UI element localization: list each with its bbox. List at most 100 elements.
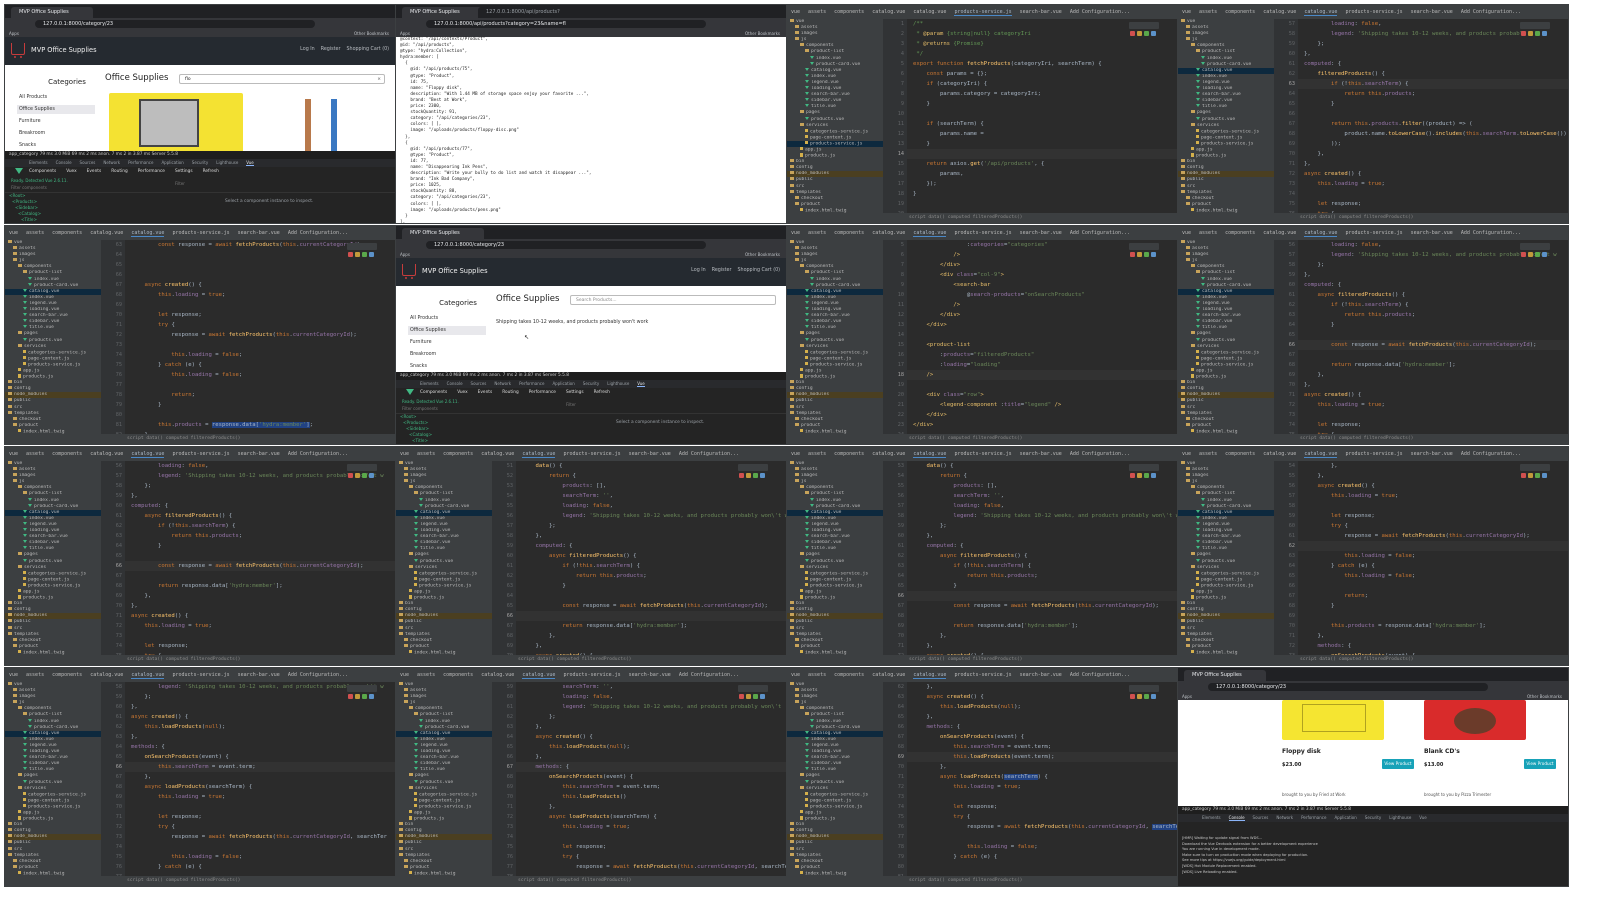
toolbar-dot-icon[interactable] — [1137, 31, 1142, 36]
run-configuration[interactable]: Add Configuration... — [1070, 230, 1130, 236]
sidebar-category[interactable]: Furniture — [17, 117, 95, 126]
toolbar-dot-icon[interactable] — [739, 694, 744, 699]
toolbar-crumb[interactable]: assets — [808, 230, 826, 236]
toolbar-dot-icon[interactable] — [1144, 31, 1149, 36]
toolbar-crumb[interactable]: components — [834, 230, 864, 236]
editor-tab[interactable]: catalog.vue — [1304, 9, 1338, 16]
vue-devtools-tab[interactable]: Events — [478, 390, 493, 395]
toolbar-dot-icon[interactable] — [348, 252, 353, 257]
product-name[interactable]: Blank CD's — [1424, 748, 1460, 755]
toolbar-dot-icon[interactable] — [1144, 473, 1149, 478]
url-input[interactable]: 127.0.0.1:8000/category/23 — [1208, 683, 1488, 691]
devtools-tab[interactable]: Application — [552, 381, 574, 386]
devtools-tab[interactable]: Lighthouse — [1389, 815, 1411, 820]
toolbar-crumb[interactable]: catalog.vue — [872, 672, 905, 678]
vue-devtools-tab[interactable]: Settings — [566, 390, 584, 395]
search-input[interactable]: Search Products... — [570, 295, 776, 305]
toolbar-dot-icon[interactable] — [1528, 473, 1533, 478]
toolbar-dot-icon[interactable] — [355, 473, 360, 478]
toolbar-dot-icon[interactable] — [1521, 31, 1526, 36]
vue-devtools-tab[interactable]: Performance — [529, 390, 556, 395]
cart-logo-icon[interactable] — [402, 264, 416, 279]
search-input[interactable]: flo × — [179, 74, 385, 84]
toolbar-crumb[interactable]: components — [1225, 230, 1255, 236]
vue-devtools-tab[interactable]: Routing — [502, 390, 518, 395]
clear-search-icon[interactable]: × — [377, 75, 381, 85]
toolbar-crumb[interactable]: catalog.vue — [872, 451, 905, 457]
toolbar-dot-icon[interactable] — [1130, 252, 1135, 257]
devtools-tab[interactable]: Console — [1228, 815, 1245, 821]
toolbar-crumb[interactable]: vue — [791, 9, 800, 15]
toolbar-crumb[interactable]: components — [52, 230, 82, 236]
editor-tab[interactable]: search-bar.vue — [238, 230, 280, 236]
toolbar-crumb[interactable]: assets — [26, 230, 44, 236]
editor-tab[interactable]: catalog.vue — [1304, 451, 1338, 458]
toolbar-crumb[interactable]: components — [834, 9, 864, 15]
product-image[interactable] — [253, 93, 387, 151]
devtools-tab[interactable]: Network — [1276, 815, 1293, 820]
browser-tab[interactable]: MVP Office Supplies — [1184, 670, 1266, 681]
toolbar-dot-icon[interactable] — [1130, 31, 1135, 36]
bookmark-apps[interactable]: Apps — [9, 31, 19, 36]
editor-tab[interactable]: products-service.js — [954, 230, 1011, 236]
toolbar-dot-icon[interactable] — [362, 473, 367, 478]
view-product-button[interactable]: View Product — [1382, 759, 1414, 769]
toolbar-crumb[interactable]: catalog.vue — [90, 230, 123, 236]
toolbar-dot-icon[interactable] — [1151, 473, 1156, 478]
sidebar-category[interactable]: Office Supplies — [17, 105, 95, 114]
toolbar-crumb[interactable]: components — [1225, 451, 1255, 457]
devtools-tab[interactable]: Lighthouse — [607, 381, 629, 386]
devtools-tab[interactable]: Performance — [1301, 815, 1326, 820]
code-editor[interactable]: }, async created() { this.loadProducts(n… — [907, 682, 1177, 876]
filter-input[interactable]: Filter — [175, 181, 185, 186]
devtools-tab[interactable]: Vue — [246, 160, 254, 166]
toolbar-crumb[interactable]: assets — [417, 672, 435, 678]
toolbar-crumb[interactable]: assets — [1199, 9, 1217, 15]
toolbar-dot-icon[interactable] — [1542, 31, 1547, 36]
toolbar-dot-icon[interactable] — [1151, 252, 1156, 257]
editor-tab[interactable]: catalog.vue — [1304, 230, 1338, 237]
devtools-tab[interactable]: Console — [447, 381, 463, 386]
editor-tab[interactable]: search-bar.vue — [1411, 9, 1453, 15]
toolbar-crumb[interactable]: components — [443, 672, 473, 678]
code-editor[interactable]: const response = await fetchProducts(thi… — [125, 240, 395, 438]
vue-devtools-tab[interactable]: Refresh — [594, 390, 610, 395]
toolbar-crumb[interactable]: components — [443, 451, 473, 457]
editor-tab[interactable]: products-service.js — [1345, 451, 1402, 457]
editor-tab[interactable]: products-service.js — [954, 9, 1012, 16]
code-editor[interactable]: data() { return { products: [], searchTe… — [907, 461, 1177, 659]
toolbar-dot-icon[interactable] — [1137, 473, 1142, 478]
toolbar-crumb[interactable]: catalog.vue — [1263, 230, 1296, 236]
toolbar-crumb[interactable]: catalog.vue — [90, 451, 123, 457]
toolbar-crumb[interactable]: catalog.vue — [481, 451, 514, 457]
toolbar-crumb[interactable]: assets — [26, 451, 44, 457]
editor-tab[interactable]: search-bar.vue — [629, 451, 671, 457]
editor-tab[interactable]: catalog.vue — [131, 672, 165, 679]
devtools-tab[interactable]: Vue — [637, 381, 645, 387]
code-editor[interactable]: data() { return { products: [], searchTe… — [516, 461, 786, 659]
devtools-tab[interactable]: Sources — [80, 160, 96, 165]
toolbar-dot-icon[interactable] — [348, 694, 353, 699]
toolbar-dot-icon[interactable] — [753, 694, 758, 699]
toolbar-crumb[interactable]: vue — [400, 672, 409, 678]
other-bookmarks[interactable]: Other Bookmarks — [1527, 693, 1562, 700]
run-configuration[interactable]: Add Configuration... — [679, 672, 739, 678]
toolbar-dot-icon[interactable] — [355, 252, 360, 257]
editor-tab[interactable]: search-bar.vue — [1411, 230, 1453, 236]
editor-tab[interactable]: catalog.vue — [913, 230, 947, 237]
toolbar-crumb[interactable]: assets — [808, 672, 826, 678]
devtools-tab[interactable]: Elements — [1202, 815, 1221, 820]
toolbar-crumb[interactable]: vue — [1182, 230, 1191, 236]
editor-tab[interactable]: products-service.js — [954, 451, 1011, 457]
toolbar-crumb[interactable]: components — [1225, 9, 1255, 15]
toolbar-dot-icon[interactable] — [362, 252, 367, 257]
toolbar-crumb[interactable]: vue — [791, 672, 800, 678]
toolbar-crumb[interactable]: assets — [1199, 451, 1217, 457]
toolbar-crumb[interactable]: assets — [417, 451, 435, 457]
run-configuration[interactable]: Add Configuration... — [288, 230, 348, 236]
devtools-tab[interactable]: Performance — [519, 381, 544, 386]
editor-tab[interactable]: catalog.vue — [131, 230, 165, 237]
toolbar-crumb[interactable]: vue — [1182, 451, 1191, 457]
devtools-tab[interactable]: Application — [161, 160, 183, 165]
devtools-tab[interactable]: Security — [192, 160, 208, 165]
